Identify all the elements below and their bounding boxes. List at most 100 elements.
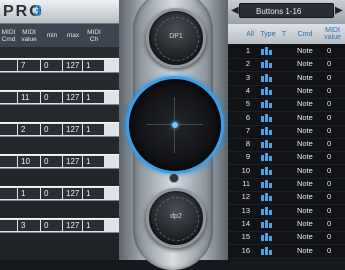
button-number: 14 xyxy=(241,218,250,228)
midi-channel-field[interactable]: 1 xyxy=(83,188,104,199)
max-field[interactable]: 127 xyxy=(63,92,82,103)
min-field[interactable]: 0 xyxy=(41,220,62,231)
header-t: T xyxy=(281,30,287,38)
midi-value[interactable]: 0 xyxy=(327,244,331,258)
left-controller-panel: PRO 3 MIDI Cmd MIDI value min max MIDI C… xyxy=(0,0,119,260)
midi-value-field[interactable]: 11 xyxy=(18,92,40,103)
button-number: 16 xyxy=(241,245,250,255)
cmd-value[interactable]: Note xyxy=(297,244,313,258)
gate-icon[interactable] xyxy=(261,219,272,228)
midi-cmd-field[interactable] xyxy=(0,156,17,167)
cmd-value[interactable]: Note xyxy=(297,97,313,111)
gate-icon[interactable] xyxy=(261,233,272,242)
midi-value[interactable]: 0 xyxy=(327,124,331,138)
gate-icon[interactable] xyxy=(261,113,272,122)
cmd-value[interactable]: Note xyxy=(297,217,313,231)
midi-value[interactable]: 0 xyxy=(327,230,331,244)
cmd-value[interactable]: Note xyxy=(297,164,313,178)
bank-selector[interactable]: Buttons 1-16 xyxy=(239,3,334,18)
cmd-value[interactable]: Note xyxy=(297,190,313,204)
cmd-value[interactable]: Note xyxy=(297,150,313,164)
cmd-value[interactable]: Note xyxy=(297,204,313,218)
midi-channel-field[interactable]: 1 xyxy=(83,156,104,167)
gate-icon[interactable] xyxy=(261,126,272,135)
pad-center-button[interactable] xyxy=(169,173,179,183)
max-field[interactable]: 127 xyxy=(63,188,82,199)
midi-value[interactable]: 0 xyxy=(327,84,331,98)
arrow-left-icon[interactable]: ◀ xyxy=(231,4,239,18)
min-field[interactable]: 0 xyxy=(41,124,62,135)
dp1-knob[interactable]: DP1 xyxy=(146,8,206,68)
cmd-value[interactable]: Note xyxy=(297,111,313,125)
midi-value[interactable]: 0 xyxy=(327,137,331,151)
cmd-value[interactable]: Note xyxy=(297,44,313,58)
min-field[interactable]: 0 xyxy=(41,60,62,71)
midi-value-field[interactable]: 3 xyxy=(18,220,40,231)
dp2-label: dp2 xyxy=(170,213,182,220)
right-table-header: All Type T Cmd MIDI value xyxy=(228,24,345,44)
bank-bar: ◀ Buttons 1-16 ▶ xyxy=(228,0,345,24)
cmd-value[interactable]: Note xyxy=(297,137,313,151)
max-field[interactable]: 127 xyxy=(63,60,82,71)
midi-channel-field[interactable]: 1 xyxy=(83,124,104,135)
cmd-value[interactable]: Note xyxy=(297,57,313,71)
gate-icon[interactable] xyxy=(261,166,272,175)
header-all: All xyxy=(246,30,254,38)
midi-value-field[interactable]: 1 xyxy=(18,188,40,199)
midi-value-field[interactable]: 10 xyxy=(18,156,40,167)
button-row[interactable]: 16 Note 0 xyxy=(228,244,345,259)
min-field[interactable]: 0 xyxy=(41,188,62,199)
right-button-panel: ◀ Buttons 1-16 ▶ All Type T Cmd MIDI val… xyxy=(228,0,345,260)
midi-value[interactable]: 0 xyxy=(327,177,331,191)
gate-icon[interactable] xyxy=(261,47,272,55)
controller-row: 11 0 127 1 xyxy=(0,90,119,105)
gate-icon[interactable] xyxy=(261,60,272,69)
cmd-value[interactable]: Note xyxy=(297,177,313,191)
gate-icon[interactable] xyxy=(261,246,272,255)
midi-cmd-field[interactable] xyxy=(0,124,17,135)
max-field[interactable]: 127 xyxy=(63,124,82,135)
midi-value[interactable]: 0 xyxy=(327,150,331,164)
midi-value[interactable]: 0 xyxy=(327,164,331,178)
midi-cmd-field[interactable] xyxy=(0,188,17,199)
min-field[interactable]: 0 xyxy=(41,156,62,167)
midi-channel-field[interactable]: 1 xyxy=(83,92,104,103)
midi-value[interactable]: 0 xyxy=(327,204,331,218)
button-number: 10 xyxy=(241,165,250,175)
midi-channel-field[interactable]: 1 xyxy=(83,60,104,71)
midi-value[interactable]: 0 xyxy=(327,44,331,58)
midi-value-field[interactable]: 2 xyxy=(18,124,40,135)
gate-icon[interactable] xyxy=(261,73,272,82)
gate-icon[interactable] xyxy=(261,206,272,215)
gate-icon[interactable] xyxy=(261,153,272,162)
gate-icon[interactable] xyxy=(261,86,272,95)
dp2-knob[interactable]: dp2 xyxy=(146,188,206,248)
midi-value-field[interactable]: 7 xyxy=(18,60,40,71)
cmd-value[interactable]: Note xyxy=(297,71,313,85)
button-number: 6 xyxy=(245,112,250,122)
midi-cmd-field[interactable] xyxy=(0,92,17,103)
gate-icon[interactable] xyxy=(261,180,272,188)
gate-icon[interactable] xyxy=(261,193,272,202)
xy-pad[interactable] xyxy=(126,76,224,174)
arrow-right-icon[interactable]: ▶ xyxy=(335,4,343,18)
gate-icon[interactable] xyxy=(261,140,272,149)
midi-value[interactable]: 0 xyxy=(327,217,331,231)
cmd-value[interactable]: Note xyxy=(297,84,313,98)
header-min: min xyxy=(46,32,58,39)
midi-value[interactable]: 0 xyxy=(327,111,331,125)
max-field[interactable]: 127 xyxy=(63,156,82,167)
midi-channel-field[interactable]: 1 xyxy=(83,220,104,231)
midi-value[interactable]: 0 xyxy=(327,57,331,71)
cmd-value[interactable]: Note xyxy=(297,124,313,138)
midi-value[interactable]: 0 xyxy=(327,97,331,111)
midi-value[interactable]: 0 xyxy=(327,71,331,85)
max-field[interactable]: 127 xyxy=(63,220,82,231)
gate-icon[interactable] xyxy=(261,100,272,109)
xy-pad-cursor[interactable] xyxy=(172,122,178,128)
midi-cmd-field[interactable] xyxy=(0,220,17,231)
cmd-value[interactable]: Note xyxy=(297,230,313,244)
midi-cmd-field[interactable] xyxy=(0,60,17,71)
min-field[interactable]: 0 xyxy=(41,92,62,103)
midi-value[interactable]: 0 xyxy=(327,190,331,204)
